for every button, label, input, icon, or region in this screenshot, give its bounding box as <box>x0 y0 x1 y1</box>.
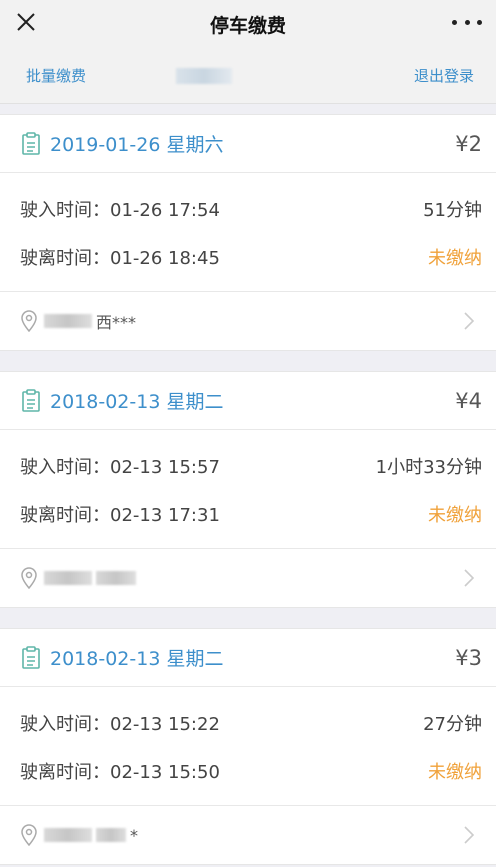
record-date: 2018-02-13 星期二 <box>50 391 224 413</box>
address: 西*** <box>44 309 462 333</box>
location-pin-icon <box>21 567 37 589</box>
logout-link[interactable]: 退出登录 <box>414 65 474 86</box>
card-header: 2018-02-13 星期二 ¥4 <box>0 372 496 430</box>
card-footer[interactable]: 西*** <box>0 292 496 350</box>
location-pin-icon <box>21 310 37 332</box>
entry-row: 驶入时间：01-26 17:54 51分钟 <box>20 185 482 233</box>
card-body: 驶入时间：01-26 17:54 51分钟 驶离时间：01-26 18:45 未… <box>0 173 496 292</box>
status-badge: 未缴纳 <box>428 762 482 783</box>
record-price: ¥2 <box>455 131 482 156</box>
entry-time: 02-13 15:57 <box>110 457 220 478</box>
masked-address <box>96 571 136 585</box>
masked-address <box>44 571 92 585</box>
card-header: 2018-02-13 星期二 ¥3 <box>0 629 496 687</box>
record-date: 2019-01-26 星期六 <box>50 134 224 156</box>
duration: 51分钟 <box>423 200 482 221</box>
record-card[interactable]: 2018-02-13 星期二 ¥4 驶入时间：02-13 15:57 1小时33… <box>0 371 496 608</box>
entry-label: 驶入时间： <box>20 457 110 478</box>
card-footer[interactable]: * <box>0 806 496 864</box>
card-body: 驶入时间：02-13 15:57 1小时33分钟 驶离时间：02-13 17:3… <box>0 430 496 549</box>
card-footer[interactable] <box>0 549 496 607</box>
exit-row: 驶离时间：02-13 17:31 未缴纳 <box>20 490 482 538</box>
exit-time: 02-13 15:50 <box>110 762 220 783</box>
entry-label: 驶入时间： <box>20 200 110 221</box>
exit-row: 驶离时间：02-13 15:50 未缴纳 <box>20 747 482 795</box>
exit-label: 驶离时间： <box>20 762 110 783</box>
exit-time: 01-26 18:45 <box>110 248 220 269</box>
address <box>44 571 462 585</box>
batch-pay-link[interactable]: 批量缴费 <box>26 65 86 86</box>
record-price: ¥4 <box>455 388 482 413</box>
clipboard-icon <box>22 388 40 412</box>
title-bar: 停车缴费 <box>0 0 496 48</box>
address-text: 西*** <box>96 313 137 332</box>
exit-time: 02-13 17:31 <box>110 505 220 526</box>
clipboard-icon <box>22 645 40 669</box>
address-text: * <box>130 825 138 845</box>
close-icon[interactable] <box>12 8 40 36</box>
exit-row: 驶离时间：01-26 18:45 未缴纳 <box>20 233 482 281</box>
record-card[interactable]: 2018-02-13 星期二 ¥3 驶入时间：02-13 15:22 27分钟 … <box>0 628 496 865</box>
sub-bar: 批量缴费 退出登录 <box>0 48 496 104</box>
duration: 27分钟 <box>423 714 482 735</box>
record-card[interactable]: 2019-01-26 星期六 ¥2 驶入时间：01-26 17:54 51分钟 … <box>0 114 496 351</box>
page-title: 停车缴费 <box>209 14 286 37</box>
exit-label: 驶离时间： <box>20 248 110 269</box>
entry-row: 驶入时间：02-13 15:57 1小时33分钟 <box>20 442 482 490</box>
entry-time: 01-26 17:54 <box>110 200 220 221</box>
chevron-right-icon[interactable] <box>462 824 476 846</box>
masked-address <box>44 828 92 842</box>
card-body: 驶入时间：02-13 15:22 27分钟 驶离时间：02-13 15:50 未… <box>0 687 496 806</box>
entry-label: 驶入时间： <box>20 714 110 735</box>
record-list: 2019-01-26 星期六 ¥2 驶入时间：01-26 17:54 51分钟 … <box>0 104 496 865</box>
masked-plate <box>176 68 232 84</box>
record-date: 2018-02-13 星期二 <box>50 648 224 670</box>
masked-address <box>44 314 92 328</box>
exit-label: 驶离时间： <box>20 505 110 526</box>
status-badge: 未缴纳 <box>428 505 482 526</box>
more-icon[interactable] <box>452 12 482 32</box>
chevron-right-icon[interactable] <box>462 310 476 332</box>
address: * <box>44 826 462 845</box>
duration: 1小时33分钟 <box>375 457 482 478</box>
clipboard-icon <box>22 131 40 155</box>
record-price: ¥3 <box>455 645 482 670</box>
masked-address <box>96 828 126 842</box>
status-badge: 未缴纳 <box>428 248 482 269</box>
card-header: 2019-01-26 星期六 ¥2 <box>0 115 496 173</box>
chevron-right-icon[interactable] <box>462 567 476 589</box>
entry-row: 驶入时间：02-13 15:22 27分钟 <box>20 699 482 747</box>
location-pin-icon <box>21 824 37 846</box>
entry-time: 02-13 15:22 <box>110 714 220 735</box>
